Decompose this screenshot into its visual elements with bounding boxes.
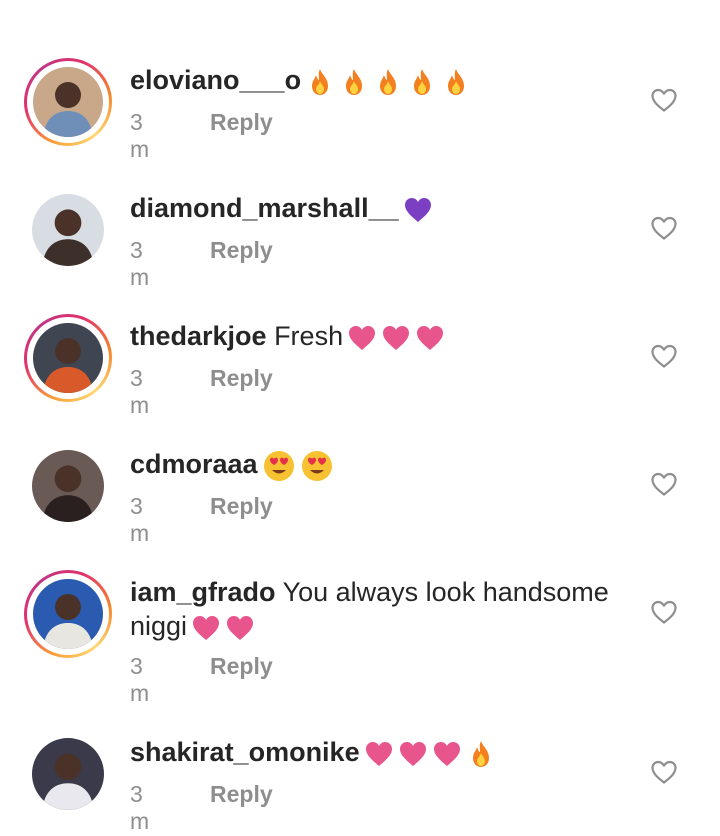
comment-body: Fresh bbox=[274, 321, 344, 351]
reply-button[interactable]: Reply bbox=[210, 365, 273, 392]
avatar-image bbox=[32, 738, 104, 810]
username-link[interactable]: eloviano___o bbox=[130, 65, 301, 95]
like-heart-icon[interactable] bbox=[650, 471, 678, 497]
avatar-image bbox=[32, 194, 104, 266]
reply-button[interactable]: Reply bbox=[210, 781, 273, 808]
pink-heart-emoji-icon bbox=[364, 739, 394, 769]
comment-text: iam_gfrado You always look handsome bbox=[130, 575, 609, 609]
avatar-image bbox=[33, 323, 103, 393]
reply-button[interactable]: Reply bbox=[210, 653, 273, 680]
avatar[interactable] bbox=[24, 186, 112, 274]
like-heart-icon[interactable] bbox=[650, 215, 678, 241]
fire-emoji-icon bbox=[407, 67, 437, 97]
fire-emoji-icon bbox=[466, 739, 496, 769]
pink-heart-emoji-icon bbox=[191, 613, 221, 643]
purple-heart-emoji-icon bbox=[403, 195, 433, 225]
username-link[interactable]: cdmoraaa bbox=[130, 449, 258, 479]
reply-button[interactable]: Reply bbox=[210, 493, 273, 520]
comment-text: diamond_marshall__ bbox=[130, 191, 433, 225]
avatar[interactable] bbox=[24, 442, 112, 530]
comment-body: You always look handsome bbox=[282, 577, 609, 607]
avatar[interactable] bbox=[24, 570, 112, 658]
comment-text-continued: niggi bbox=[130, 609, 255, 643]
reply-button[interactable]: Reply bbox=[210, 237, 273, 264]
fire-emoji-icon bbox=[339, 67, 369, 97]
avatar[interactable] bbox=[24, 314, 112, 402]
timestamp: 3 m bbox=[130, 493, 150, 546]
timestamp: 3 m bbox=[130, 653, 150, 706]
timestamp: 3 m bbox=[130, 781, 150, 834]
like-heart-icon[interactable] bbox=[650, 87, 678, 113]
comment-text: cdmoraaa bbox=[130, 447, 334, 483]
username-link[interactable]: diamond_marshall__ bbox=[130, 193, 399, 223]
avatar[interactable] bbox=[24, 730, 112, 818]
comment-text: eloviano___o bbox=[130, 63, 471, 97]
comment-body-line2: niggi bbox=[130, 611, 188, 641]
reply-button[interactable]: Reply bbox=[210, 109, 273, 136]
comment-text: thedarkjoe Fresh bbox=[130, 319, 445, 353]
avatar-image bbox=[33, 67, 103, 137]
pink-heart-emoji-icon bbox=[381, 323, 411, 353]
avatar[interactable] bbox=[24, 58, 112, 146]
like-heart-icon[interactable] bbox=[650, 599, 678, 625]
avatar-image bbox=[33, 579, 103, 649]
like-heart-icon[interactable] bbox=[650, 343, 678, 369]
timestamp: 3 m bbox=[130, 237, 150, 290]
like-heart-icon[interactable] bbox=[650, 759, 678, 785]
username-link[interactable]: thedarkjoe bbox=[130, 321, 267, 351]
pink-heart-emoji-icon bbox=[432, 739, 462, 769]
avatar-image bbox=[32, 450, 104, 522]
pink-heart-emoji-icon bbox=[225, 613, 255, 643]
heart-eyes-emoji-icon bbox=[300, 449, 334, 483]
username-link[interactable]: iam_gfrado bbox=[130, 577, 276, 607]
pink-heart-emoji-icon bbox=[415, 323, 445, 353]
timestamp: 3 m bbox=[130, 365, 150, 418]
pink-heart-emoji-icon bbox=[347, 323, 377, 353]
fire-emoji-icon bbox=[305, 67, 335, 97]
heart-eyes-emoji-icon bbox=[262, 449, 296, 483]
timestamp: 3 m bbox=[130, 109, 150, 162]
username-link[interactable]: shakirat_omonike bbox=[130, 737, 360, 767]
comment-text: shakirat_omonike bbox=[130, 735, 496, 769]
pink-heart-emoji-icon bbox=[398, 739, 428, 769]
fire-emoji-icon bbox=[441, 67, 471, 97]
fire-emoji-icon bbox=[373, 67, 403, 97]
